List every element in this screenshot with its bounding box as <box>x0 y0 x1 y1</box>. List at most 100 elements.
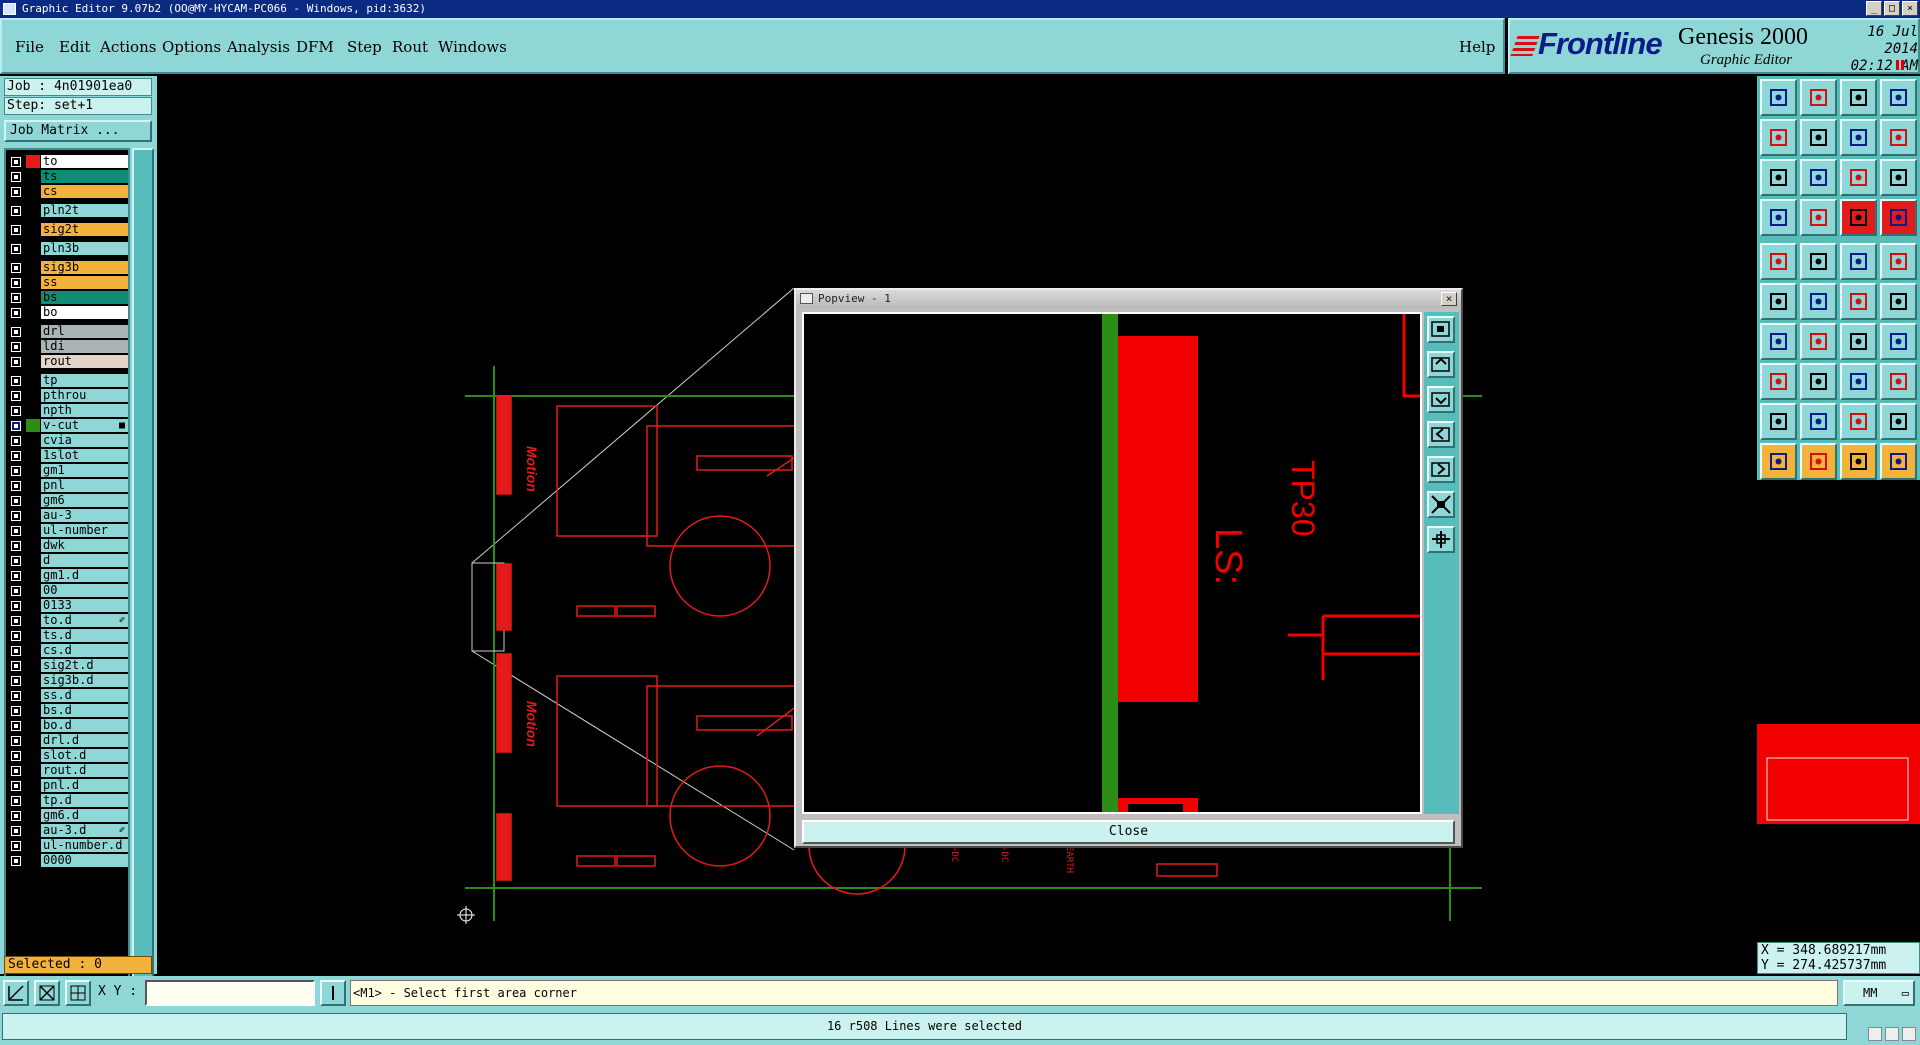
layer-row-bs.d[interactable]: bs.d <box>6 703 128 718</box>
minimize-button[interactable]: _ <box>1866 1 1882 16</box>
layer-color-swatch[interactable] <box>26 291 40 304</box>
layer-name[interactable]: bo <box>41 306 128 319</box>
layer-row-npth[interactable]: npth <box>6 403 128 418</box>
menu-analysis[interactable]: Analysis <box>227 38 290 56</box>
layer-color-swatch[interactable] <box>26 449 40 462</box>
layer-row-sig3b.d[interactable]: sig3b.d <box>6 673 128 688</box>
layer-row-ul-number.d[interactable]: ul-number.d <box>6 838 128 853</box>
slope-tool-button[interactable] <box>1800 243 1837 280</box>
layer-row-sig2t.d[interactable]: sig2t.d <box>6 658 128 673</box>
layer-row-au-3.d[interactable]: au-3.d ✐ <box>6 823 128 838</box>
triangle-tool-button[interactable] <box>1760 403 1797 440</box>
layer-row-drl.d[interactable]: drl.d <box>6 733 128 748</box>
grid-tool-button[interactable] <box>1880 79 1917 116</box>
popview-viewport[interactable]: TP30 LS: <box>802 312 1422 814</box>
popview-zoom-in-button[interactable] <box>1427 351 1455 378</box>
zoom-fit-tool-button[interactable] <box>1760 159 1797 196</box>
layer-row-pln3b[interactable]: pln3b <box>6 241 128 256</box>
layer-checkbox[interactable] <box>11 721 21 731</box>
layer-color-swatch[interactable] <box>26 276 40 289</box>
diag-tool-button[interactable] <box>1880 283 1917 320</box>
layer-color-swatch[interactable] <box>26 764 40 777</box>
layer-row-d[interactable]: d <box>6 553 128 568</box>
layer-row-1slot[interactable]: 1slot <box>6 448 128 463</box>
layer-checkbox[interactable] <box>11 826 21 836</box>
layer-checkbox[interactable] <box>11 466 21 476</box>
flip-tool-button[interactable] <box>1880 323 1917 360</box>
layer-color-swatch[interactable] <box>26 539 40 552</box>
pad-tool-button[interactable] <box>1800 199 1837 236</box>
layer-row-gm6.d[interactable]: gm6.d <box>6 808 128 823</box>
layer-color-swatch[interactable] <box>26 340 40 353</box>
layer-color-swatch[interactable] <box>26 659 40 672</box>
layer-checkbox[interactable] <box>11 766 21 776</box>
layer-color-swatch[interactable] <box>26 374 40 387</box>
layer-row-pnl[interactable]: pnl <box>6 478 128 493</box>
layer-color-swatch[interactable] <box>26 599 40 612</box>
layer-name[interactable]: gm1 <box>41 464 128 477</box>
layer-row-ldi[interactable]: ldi <box>6 339 128 354</box>
layer-name[interactable]: cs <box>41 185 128 198</box>
pointer-move-tool-button[interactable] <box>1840 443 1877 480</box>
layer-name[interactable]: bs <box>41 291 128 304</box>
layer-checkbox[interactable] <box>11 244 21 254</box>
layer-name[interactable]: gm1.d <box>41 569 128 582</box>
snap-mode-button[interactable] <box>3 980 29 1006</box>
layer-row-to.d[interactable]: to.d ✐ <box>6 613 128 628</box>
layer-name[interactable]: tp.d <box>41 794 128 807</box>
layer-name[interactable]: tp <box>41 374 128 387</box>
layer-name[interactable]: gm6 <box>41 494 128 507</box>
layer-checkbox[interactable] <box>11 206 21 216</box>
layer-checkbox[interactable] <box>11 406 21 416</box>
layer-checkbox[interactable] <box>11 496 21 506</box>
job-matrix-button[interactable]: Job Matrix ... <box>4 120 152 142</box>
layer-color-swatch[interactable] <box>26 404 40 417</box>
layer-row-gm1.d[interactable]: gm1.d <box>6 568 128 583</box>
layer-row-cvia[interactable]: cvia <box>6 433 128 448</box>
layer-checkbox[interactable] <box>11 556 21 566</box>
line-tool-button[interactable] <box>1840 283 1877 320</box>
home-tool-button[interactable] <box>1840 79 1877 116</box>
help-tool-button[interactable] <box>1880 159 1917 196</box>
layer-checkbox[interactable] <box>11 526 21 536</box>
zoom-1to1-tool-button[interactable] <box>1840 159 1877 196</box>
popview-zoom-out-button[interactable] <box>1427 386 1455 413</box>
layer-row-pln2t[interactable]: pln2t <box>6 203 128 218</box>
layer-checkbox[interactable] <box>11 278 21 288</box>
layer-name[interactable]: pthrou <box>41 389 128 402</box>
mountain-tool-button[interactable] <box>1880 403 1917 440</box>
layer-color-swatch[interactable] <box>26 584 40 597</box>
mini-map[interactable] <box>1757 482 1920 942</box>
layer-row-ss.d[interactable]: ss.d <box>6 688 128 703</box>
layer-color-swatch[interactable] <box>26 494 40 507</box>
layer-color-swatch[interactable] <box>26 824 40 837</box>
layer-name[interactable]: 1slot <box>41 449 128 462</box>
layer-color-swatch[interactable] <box>26 554 40 567</box>
layer-row-sig2t[interactable]: sig2t <box>6 222 128 237</box>
layer-color-swatch[interactable] <box>26 779 40 792</box>
layer-color-swatch[interactable] <box>26 569 40 582</box>
layer-color-swatch[interactable] <box>26 170 40 183</box>
layer-color-swatch[interactable] <box>26 839 40 852</box>
layer-name[interactable]: 00 <box>41 584 128 597</box>
xy-input[interactable] <box>145 980 315 1006</box>
layer-color-swatch[interactable] <box>26 689 40 702</box>
layer-color-swatch[interactable] <box>26 389 40 402</box>
measure-tool-button[interactable] <box>1760 199 1797 236</box>
layer-name[interactable]: d <box>41 554 128 567</box>
popview-home-button[interactable] <box>1427 526 1455 553</box>
layer-checkbox[interactable] <box>11 376 21 386</box>
refresh-tool-button[interactable] <box>1840 119 1877 156</box>
save-tool-button[interactable] <box>1760 79 1797 116</box>
pointer-edit-tool-button[interactable] <box>1880 443 1917 480</box>
layer-row-pthrou[interactable]: pthrou <box>6 388 128 403</box>
pointer-tool-button[interactable] <box>1760 443 1797 480</box>
tray-icon-2[interactable] <box>1885 1027 1899 1041</box>
layer-color-swatch[interactable] <box>26 306 40 319</box>
menu-edit[interactable]: Edit <box>59 38 90 56</box>
layer-color-swatch[interactable] <box>26 223 40 236</box>
layer-checkbox[interactable] <box>11 541 21 551</box>
layer-name[interactable]: ts.d <box>41 629 128 642</box>
units-selector[interactable]: MM ▭ <box>1843 980 1915 1006</box>
layer-name[interactable]: drl <box>41 325 128 338</box>
